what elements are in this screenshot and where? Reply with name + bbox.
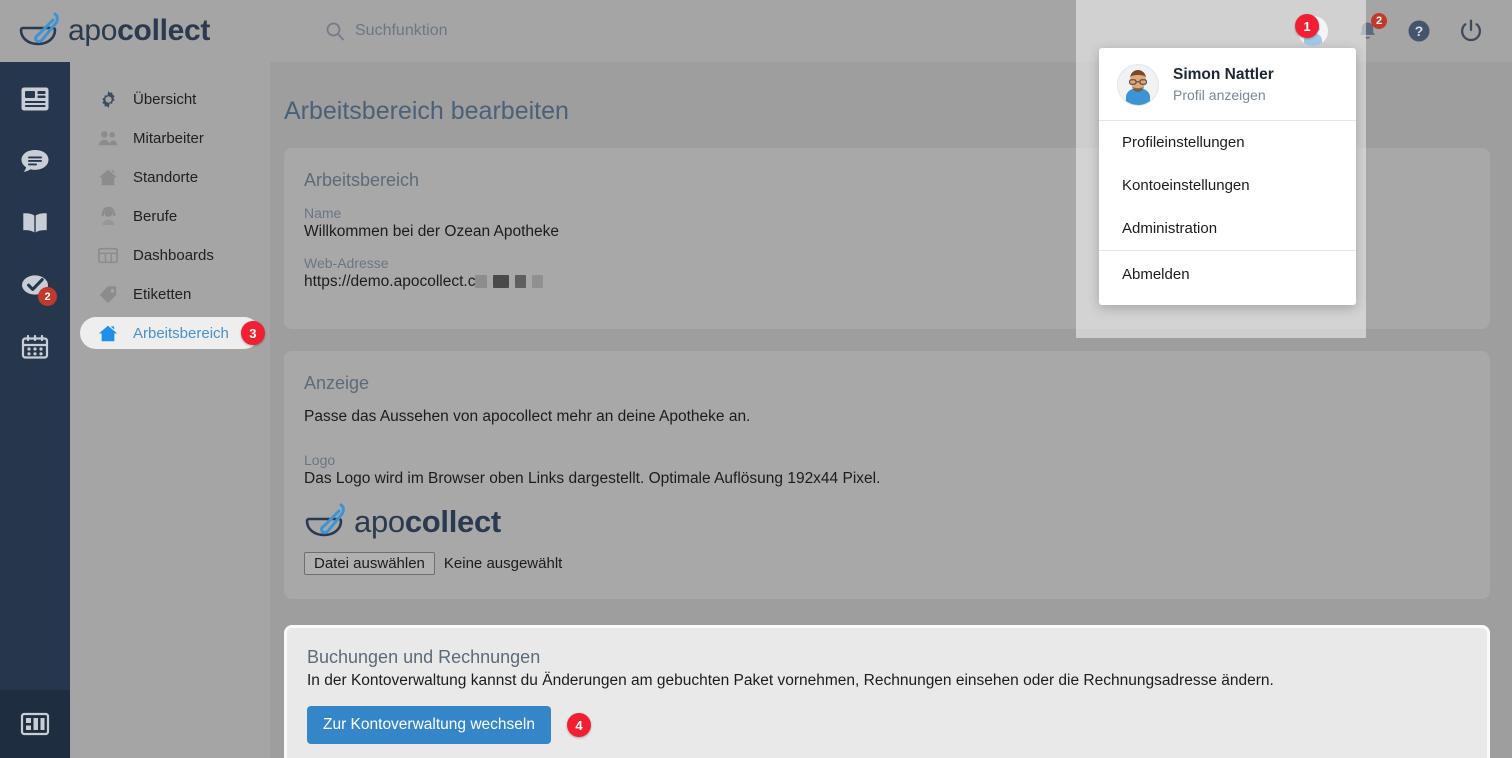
dropdown-item-label: Abmelden: [1122, 266, 1190, 283]
sidebar-item-arbeitsbereich[interactable]: Arbeitsbereich 3: [80, 317, 265, 349]
billing-card-description: In der Kontoverwaltung kannst du Änderun…: [307, 672, 1274, 689]
logo-preview: apocollect: [304, 502, 1470, 542]
sidebar-item-label: Mitarbeiter: [133, 129, 204, 147]
logo-wordmark: apocollect: [68, 14, 210, 48]
mortar-pestle-icon: [19, 12, 59, 46]
sidebar-item-label: Standorte: [133, 168, 199, 186]
dropdown-item-profileinstellungen[interactable]: Profileinstellungen: [1099, 121, 1356, 164]
news-article-icon: [21, 87, 49, 111]
dropdown-item-label: Administration: [1122, 220, 1218, 237]
rail-item-calendar[interactable]: [15, 328, 55, 366]
choose-file-button[interactable]: Datei auswählen: [304, 552, 435, 575]
dropdown-item-administration[interactable]: 2 Administration: [1099, 207, 1356, 250]
sidebar-item-uebersicht[interactable]: Übersicht: [80, 83, 260, 115]
logo-text-apo: apo: [68, 14, 118, 47]
people-icon: [98, 128, 118, 148]
home-icon: [98, 323, 118, 343]
logo-text-collect: collect: [117, 14, 211, 47]
display-card-description: Passe das Aussehen von apocollect mehr a…: [304, 408, 751, 425]
sidebar-item-label: Arbeitsbereich: [133, 324, 229, 342]
dropdown-item-label: Profileinstellungen: [1122, 134, 1245, 151]
app-logo[interactable]: apocollect: [0, 0, 270, 62]
gear-icon: [98, 89, 118, 109]
rail-item-dashboard[interactable]: [0, 690, 70, 758]
display-card: Anzeige Passe das Aussehen von apocollec…: [284, 351, 1490, 599]
power-icon: [1461, 19, 1481, 42]
question-circle-icon: ?: [1408, 20, 1430, 42]
file-status-text: Keine ausgewählt: [443, 555, 563, 572]
billing-card: Buchungen und Rechnungen In der Kontover…: [284, 625, 1490, 758]
primary-sidebar-items: 2: [0, 62, 70, 366]
secondary-sidebar: Übersicht Mitarbeiter Standorte Berufe D…: [70, 62, 270, 758]
app-root: apocollect Suchfunktion 2 ? 2 Übersicht …: [0, 0, 1512, 758]
home-icon: [98, 167, 118, 187]
search-placeholder-text: Suchfunktion: [355, 22, 448, 39]
billing-cta-row: Zur Kontoverwaltung wechseln 4: [307, 706, 1467, 744]
sidebar-item-label: Dashboards: [133, 246, 214, 264]
rail-item-news[interactable]: [15, 80, 55, 118]
chat-bubble-icon: [21, 150, 49, 172]
rail-badge-tasks: 2: [38, 287, 57, 306]
sidebar-item-label: Übersicht: [133, 90, 197, 108]
search-input[interactable]: Suchfunktion: [325, 21, 448, 41]
logo-text-apo: apo: [354, 504, 405, 539]
billing-card-heading: Buchungen und Rechnungen: [307, 647, 541, 667]
calendar-icon: [21, 334, 49, 359]
search-icon: [326, 22, 344, 41]
logo-field-label: Logo: [304, 452, 336, 468]
tag-icon: [98, 284, 118, 304]
logo-text-collect: collect: [404, 504, 501, 539]
logo-wordmark: apocollect: [354, 504, 501, 540]
logo-file-input-row[interactable]: Datei auswählen Keine ausgewählt: [304, 552, 1470, 575]
rail-item-messages[interactable]: [15, 142, 55, 180]
help-button[interactable]: ?: [1406, 17, 1432, 45]
notification-count-badge: 2: [1371, 13, 1387, 29]
logout-button[interactable]: [1458, 17, 1484, 45]
url-field-value: https://demo.apocollect.c: [304, 273, 476, 290]
dashboard-layout-icon: [20, 712, 50, 736]
sidebar-item-dashboards[interactable]: Dashboards: [80, 239, 260, 271]
step-marker-4: 4: [566, 713, 591, 737]
dropdown-item-label: Kontoeinstellungen: [1122, 177, 1250, 194]
person-headset-icon: [98, 206, 118, 226]
url-redaction-blocks: [475, 275, 544, 289]
step-marker-3: 3: [240, 321, 265, 345]
logo-hint-text: Das Logo wird im Browser oben Links darg…: [304, 470, 881, 487]
user-dropdown-menu: Simon Nattler Profil anzeigen Profileins…: [1099, 48, 1356, 305]
mortar-pestle-icon: [305, 503, 345, 537]
switch-to-account-management-button[interactable]: Zur Kontoverwaltung wechseln: [307, 706, 551, 744]
step-marker-1: 1: [1295, 14, 1319, 38]
sidebar-item-label: Berufe: [133, 207, 178, 225]
user-avatar: [1117, 64, 1159, 106]
sidebar-item-standorte[interactable]: Standorte: [80, 161, 260, 193]
sidebar-item-label: Etiketten: [133, 285, 192, 303]
svg-text:?: ?: [1415, 23, 1424, 39]
display-card-heading: Anzeige: [304, 373, 370, 393]
sidebar-item-berufe[interactable]: Berufe: [80, 200, 260, 232]
dropdown-view-profile-link[interactable]: Profil anzeigen: [1173, 86, 1274, 105]
sidebar-item-mitarbeiter[interactable]: Mitarbeiter: [80, 122, 260, 154]
dropdown-user-name: Simon Nattler: [1173, 66, 1274, 84]
dropdown-profile-texts: Simon Nattler Profil anzeigen: [1173, 65, 1274, 105]
rail-item-tasks[interactable]: 2: [15, 266, 57, 306]
dropdown-profile-row[interactable]: Simon Nattler Profil anzeigen: [1099, 48, 1356, 120]
book-icon: [23, 213, 47, 233]
dropdown-item-kontoeinstellungen[interactable]: Kontoeinstellungen: [1099, 164, 1356, 207]
grid-icon: [98, 245, 118, 265]
sidebar-item-etiketten[interactable]: Etiketten: [80, 278, 260, 310]
dropdown-item-abmelden[interactable]: Abmelden: [1099, 251, 1356, 305]
primary-sidebar: 2: [0, 62, 70, 758]
rail-item-library[interactable]: [15, 204, 55, 242]
